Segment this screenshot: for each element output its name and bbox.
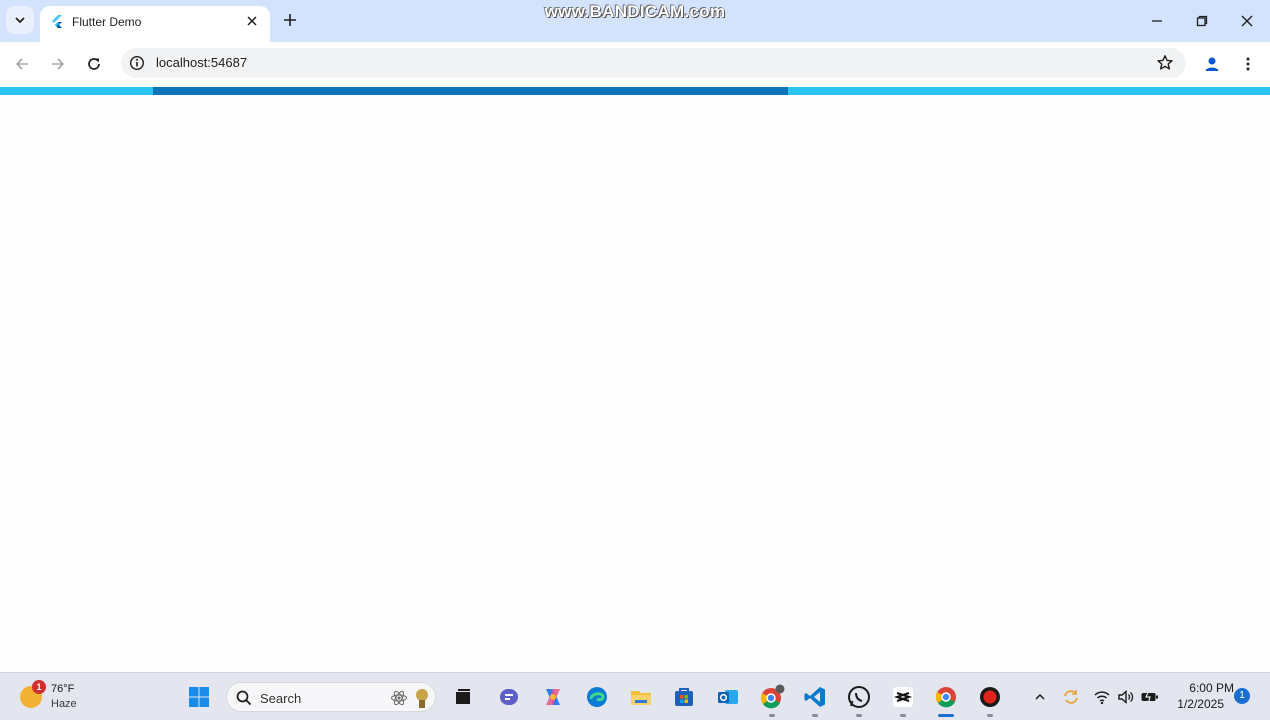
close-icon xyxy=(247,16,257,26)
taskbar-search[interactable]: Search xyxy=(226,682,436,712)
url-text[interactable]: localhost:54687 xyxy=(156,55,247,70)
weather-widget[interactable]: 1 76°F Haze xyxy=(20,680,100,714)
minimize-icon xyxy=(1152,20,1162,22)
restore-icon xyxy=(1196,15,1208,27)
taskbar-vscode[interactable] xyxy=(801,683,829,711)
search-highlight-icon xyxy=(416,689,428,708)
taskbar-teams[interactable] xyxy=(495,683,523,711)
more-vertical-icon xyxy=(1246,57,1250,71)
browser-title-bar: Flutter Demo www.BANDICAM.com xyxy=(0,0,1270,42)
running-indicator xyxy=(769,714,775,717)
windows-taskbar: 1 76°F Haze Search 6:00 PM 1/2/2025 1 xyxy=(0,672,1270,720)
reload-icon xyxy=(88,58,100,70)
show-hidden-icons-button[interactable] xyxy=(1026,683,1054,711)
windows-start-icon xyxy=(189,687,209,707)
notification-center-badge[interactable]: 1 xyxy=(1234,688,1250,704)
whatsapp-icon xyxy=(848,686,870,708)
capcut-icon xyxy=(893,687,913,707)
running-indicator xyxy=(812,714,818,717)
search-label: Search xyxy=(260,691,302,706)
sync-icon xyxy=(1064,690,1078,704)
arrow-right-icon xyxy=(52,58,65,70)
taskbar-chrome[interactable] xyxy=(932,683,960,711)
browser-menu-button[interactable] xyxy=(1236,52,1260,76)
taskbar-copilot[interactable] xyxy=(539,683,567,711)
chevron-down-icon xyxy=(15,17,25,24)
new-tab-button[interactable] xyxy=(279,9,301,31)
speaker-icon xyxy=(1118,689,1134,705)
taskbar-chrome-profile[interactable] xyxy=(758,683,786,711)
page-load-progress-fill xyxy=(153,87,788,95)
page-content-area xyxy=(0,95,1270,672)
weather-temperature: 76°F xyxy=(51,683,75,695)
tray-sync[interactable] xyxy=(1057,683,1085,711)
plus-icon xyxy=(284,14,296,26)
taskbar-bandicam[interactable] xyxy=(976,683,1004,711)
chevron-up-icon xyxy=(1035,693,1045,700)
taskbar-edge[interactable] xyxy=(583,683,611,711)
taskbar-capcut[interactable] xyxy=(889,683,917,711)
site-info-icon[interactable] xyxy=(129,55,145,71)
weather-condition: Haze xyxy=(51,698,77,710)
tab-flutter-demo[interactable]: Flutter Demo xyxy=(40,6,270,42)
taskbar-outlook[interactable] xyxy=(714,683,742,711)
back-button[interactable] xyxy=(10,52,34,76)
teams-icon xyxy=(500,689,518,705)
profile-button[interactable] xyxy=(1200,52,1224,76)
close-icon xyxy=(1241,15,1253,27)
minimize-button[interactable] xyxy=(1145,9,1169,33)
clock-time[interactable]: 6:00 PM xyxy=(1170,681,1234,695)
tab-search-button[interactable] xyxy=(6,6,34,34)
taskbar-microsoft-store[interactable] xyxy=(670,683,698,711)
taskbar-file-explorer[interactable] xyxy=(627,683,655,711)
bookmark-star-icon[interactable] xyxy=(1156,54,1174,72)
windows-start-button[interactable] xyxy=(185,683,213,711)
close-window-button[interactable] xyxy=(1235,9,1259,33)
task-view-icon xyxy=(456,689,470,704)
copilot-icon xyxy=(546,689,560,705)
browser-toolbar: localhost:54687 xyxy=(0,42,1270,86)
outlook-icon xyxy=(718,690,738,704)
restore-button[interactable] xyxy=(1190,9,1214,33)
search-icon xyxy=(236,690,252,706)
file-explorer-icon xyxy=(631,691,651,705)
running-indicator xyxy=(856,714,862,717)
running-indicator xyxy=(987,714,993,717)
reload-button[interactable] xyxy=(82,52,106,76)
active-app-indicator xyxy=(938,714,954,717)
weather-alert-badge: 1 xyxy=(32,680,46,694)
atom-icon xyxy=(391,690,407,706)
task-view-button[interactable] xyxy=(449,683,477,711)
microsoft-store-icon xyxy=(675,688,693,706)
chrome-icon xyxy=(935,687,956,708)
forward-button[interactable] xyxy=(46,52,70,76)
profile-icon xyxy=(1205,57,1219,71)
wifi-icon xyxy=(1094,691,1110,705)
tab-title: Flutter Demo xyxy=(72,15,142,29)
clock-date[interactable]: 1/2/2025 xyxy=(1166,697,1224,711)
taskbar-whatsapp[interactable] xyxy=(845,683,873,711)
battery-charging-icon xyxy=(1141,689,1158,705)
vscode-icon xyxy=(804,687,825,707)
flutter-icon xyxy=(52,15,62,28)
recorder-watermark: www.BANDICAM.com xyxy=(544,2,726,21)
tab-close-button[interactable] xyxy=(242,11,262,31)
edge-icon xyxy=(587,687,607,707)
bandicam-record-icon xyxy=(980,687,1000,707)
running-indicator xyxy=(900,714,906,717)
chrome-profile-icon xyxy=(760,684,785,709)
arrow-left-icon xyxy=(15,58,28,70)
tray-battery[interactable] xyxy=(1136,683,1164,711)
address-bar[interactable]: localhost:54687 xyxy=(121,48,1186,78)
